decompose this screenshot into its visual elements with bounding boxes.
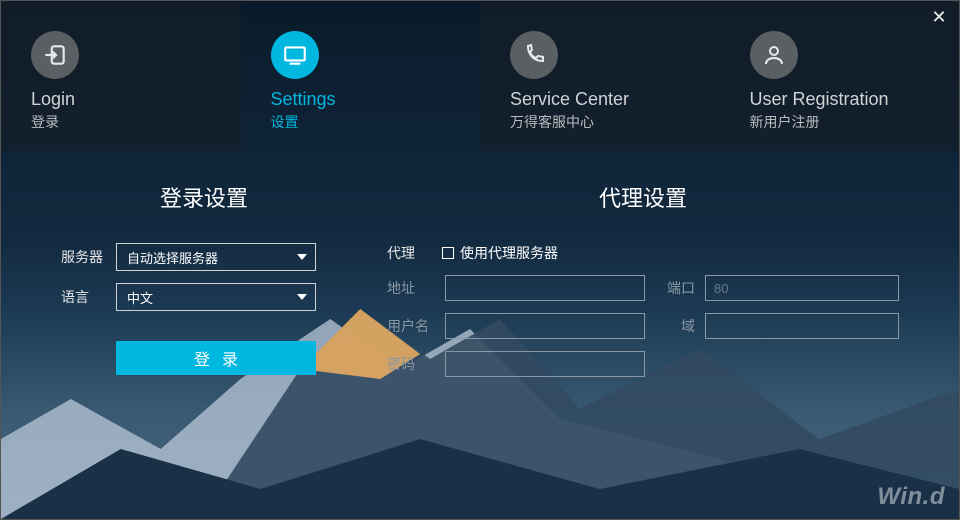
port-label: 端口	[655, 278, 695, 298]
tab-settings[interactable]: Settings 设置	[241, 1, 481, 151]
address-input[interactable]	[445, 275, 645, 301]
tab-subtitle: 万得客服中心	[510, 112, 720, 132]
chevron-down-icon	[297, 294, 307, 300]
password-label: 密码	[387, 354, 435, 374]
language-select[interactable]: 中文	[116, 283, 316, 311]
port-input[interactable]	[705, 275, 899, 301]
tab-subtitle: 登录	[31, 112, 241, 132]
tab-subtitle: 设置	[271, 112, 481, 132]
username-input[interactable]	[445, 313, 645, 339]
domain-label: 域	[655, 316, 695, 336]
login-icon	[31, 31, 79, 79]
close-icon[interactable]: ✕	[929, 7, 949, 27]
server-select[interactable]: 自动选择服务器	[116, 243, 316, 271]
tab-register[interactable]: User Registration 新用户注册	[720, 1, 960, 151]
section-title: 代理设置	[387, 181, 899, 213]
checkbox-icon	[442, 247, 454, 259]
server-label: 服务器	[61, 247, 116, 267]
login-button[interactable]: 登录	[116, 341, 316, 375]
person-icon	[750, 31, 798, 79]
login-button-label: 登录	[182, 346, 250, 370]
proxy-settings-section: 代理设置 代理 使用代理服务器 地址 端口 用户名 域	[367, 171, 919, 389]
brand-logo: Win.d	[877, 483, 945, 511]
tab-subtitle: 新用户注册	[750, 112, 960, 132]
server-value: 自动选择服务器	[127, 248, 218, 267]
proxy-label: 代理	[387, 243, 442, 263]
password-input[interactable]	[445, 351, 645, 377]
section-title: 登录设置	[61, 181, 347, 213]
monitor-icon	[271, 31, 319, 79]
tab-title: User Registration	[750, 89, 960, 110]
tab-title: Login	[31, 89, 241, 110]
login-settings-section: 登录设置 服务器 自动选择服务器 语言 中文 登录	[41, 171, 367, 389]
tab-service[interactable]: Service Center 万得客服中心	[480, 1, 720, 151]
language-label: 语言	[61, 287, 116, 307]
chevron-down-icon	[297, 254, 307, 260]
tab-title: Settings	[271, 89, 481, 110]
phone-icon	[510, 31, 558, 79]
tab-title: Service Center	[510, 89, 720, 110]
address-label: 地址	[387, 278, 435, 298]
top-tabs: Login 登录 Settings 设置 Service Center 万得客服…	[1, 1, 959, 151]
username-label: 用户名	[387, 316, 435, 336]
use-proxy-checkbox[interactable]: 使用代理服务器	[442, 243, 558, 263]
use-proxy-label: 使用代理服务器	[460, 243, 558, 263]
domain-input[interactable]	[705, 313, 899, 339]
language-value: 中文	[127, 288, 153, 307]
tab-login[interactable]: Login 登录	[1, 1, 241, 151]
